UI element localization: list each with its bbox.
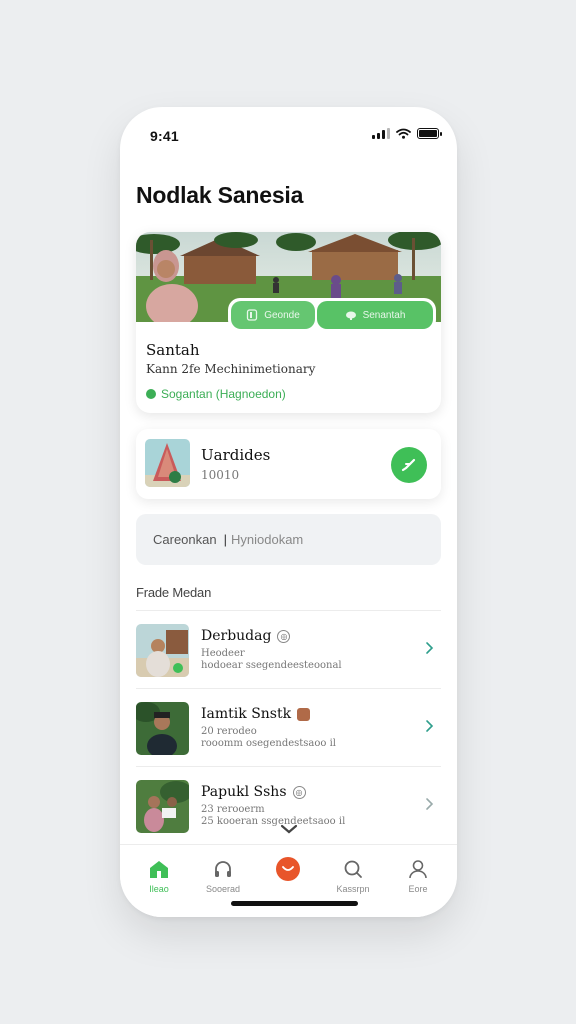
list-item-name: Papukl Sshs ◎ (201, 784, 306, 800)
chat-icon (401, 458, 416, 472)
battery-icon (417, 127, 442, 139)
list-item-meta-line: hodoear ssegendeesteoonal (201, 660, 342, 671)
search-value: Careonkan (153, 532, 217, 547)
status-bar: 9:41 (120, 107, 457, 163)
sync-icon: ◎ (277, 629, 291, 643)
featured-primary-label: Geonde (264, 309, 300, 321)
contact-list: Derbudag ◎ Heodeer hodoear ssegendeesteo… (136, 610, 441, 844)
status-time: 9:41 (150, 128, 179, 144)
list-item-meta-line: rooomm osegendestsaoo il (201, 738, 336, 749)
chat-search-icon (344, 860, 362, 878)
tab-profile[interactable]: Eore (388, 857, 448, 894)
page-title: Nodlak Sanesia (136, 182, 304, 208)
status-dot-icon (146, 389, 156, 399)
info-thumbnail (145, 439, 190, 487)
list-item-photo (136, 702, 189, 755)
food-icon (297, 707, 311, 721)
list-item-meta: 23 rerooerm 25 kooeran ssgendeetsaoo il (201, 804, 345, 828)
featured-name: Santah (146, 341, 200, 359)
list-item-name-text: Iamtik Snstk (201, 706, 292, 722)
tab-home[interactable]: Ileao (129, 857, 189, 894)
list-item-photo (136, 780, 189, 833)
cloud-icon (345, 311, 356, 320)
list-item-meta: 20 rerodeo rooomm osegendestsaoo il (201, 726, 336, 750)
search-field[interactable]: Careonkan | Hyniodokam (136, 514, 441, 565)
chevron-right-icon[interactable] (425, 719, 435, 733)
tab-bar: Ileao Sooerad Kassrpn Eore (120, 844, 457, 917)
tab-add[interactable] (258, 857, 318, 884)
tab-label: Eore (408, 884, 428, 894)
info-subtitle: 10010 (201, 468, 240, 482)
list-item-meta: Heodeer hodoear ssegendeesteoonal (201, 648, 342, 672)
info-title: Uardides (201, 446, 271, 464)
text-cursor: | (223, 532, 227, 547)
featured-primary-button[interactable]: Geonde (231, 301, 315, 329)
featured-tag-label: Sogantan (Hagnoedon) (161, 387, 286, 401)
tab-label: Kassrpn (336, 884, 370, 894)
featured-subtitle: Kann 2fe Mechinimetionary (146, 362, 316, 376)
featured-secondary-button[interactable]: Senantah (317, 301, 433, 329)
info-card[interactable]: Uardides 10010 (136, 429, 441, 499)
section-label: Frade Medan (136, 585, 212, 600)
list-item-name-text: Derbudag (201, 628, 272, 644)
tab-label: Sooerad (205, 884, 241, 894)
chat-button[interactable] (391, 447, 427, 483)
search-placeholder: Hyniodokam (231, 532, 304, 547)
list-item[interactable]: Iamtik Snstk 20 rerodeo rooomm osegendes… (136, 688, 441, 766)
profile-icon (409, 860, 427, 879)
chevron-right-icon[interactable] (425, 797, 435, 811)
list-item-photo (136, 624, 189, 677)
phone-frame: 9:41 Nodlak Sanesia Geonde Senantah Sant… (120, 107, 457, 917)
status-icons (372, 127, 442, 139)
sync-icon: ◎ (292, 785, 306, 799)
list-item-name: Iamtik Snstk (201, 706, 311, 722)
list-item[interactable]: Derbudag ◎ Heodeer hodoear ssegendeesteo… (136, 610, 441, 688)
wifi-icon (396, 128, 411, 139)
bookmark-icon (247, 309, 258, 321)
featured-card[interactable]: Geonde Senantah Santah Kann 2fe Mechinim… (136, 232, 441, 413)
chevron-right-icon[interactable] (425, 641, 435, 655)
home-icon (150, 861, 168, 878)
featured-actions: Geonde Senantah (228, 298, 436, 332)
tab-listen[interactable]: Sooerad (193, 857, 253, 894)
list-item-meta-line: Heodeer (201, 648, 245, 659)
chevron-down-icon[interactable] (280, 823, 298, 835)
featured-tag: Sogantan (Hagnoedon) (146, 387, 286, 401)
list-item-name-text: Papukl Sshs (201, 784, 287, 800)
headphones-icon (215, 861, 231, 877)
featured-secondary-label: Senantah (362, 309, 406, 321)
list-item-name: Derbudag ◎ (201, 628, 291, 644)
list-item-meta-line: 23 rerooerm (201, 804, 265, 815)
signal-icon (372, 127, 390, 139)
tab-search[interactable]: Kassrpn (323, 857, 383, 894)
list-item-meta-line: 20 rerodeo (201, 726, 257, 737)
tab-label: Ileao (149, 884, 169, 894)
home-indicator[interactable] (231, 901, 358, 906)
add-icon (276, 857, 300, 881)
list-item-meta-line: 25 kooeran ssgendeetsaoo il (201, 816, 346, 827)
